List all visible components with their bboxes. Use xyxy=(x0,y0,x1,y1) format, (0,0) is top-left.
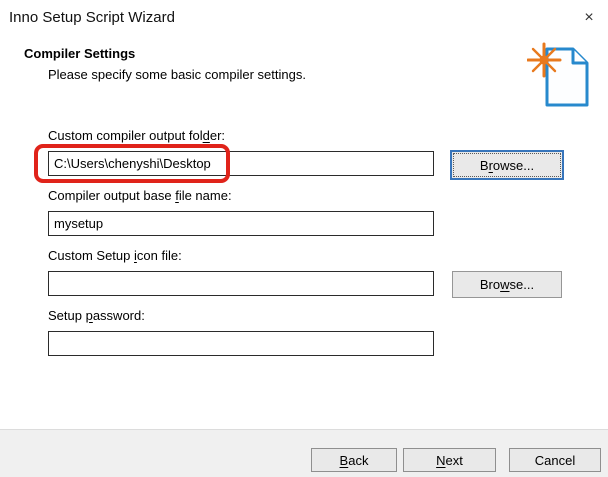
browse-icon-file-button[interactable]: Browse... xyxy=(452,271,562,298)
next-button[interactable]: Next xyxy=(403,448,496,472)
page-subtitle: Please specify some basic compiler setti… xyxy=(48,67,306,82)
output-folder-label: Custom compiler output folder: xyxy=(48,128,225,143)
output-folder-input[interactable] xyxy=(48,151,434,176)
window-title: Inno Setup Script Wizard xyxy=(9,9,175,26)
password-input[interactable] xyxy=(48,331,434,356)
base-file-name-input[interactable] xyxy=(48,211,434,236)
password-label: Setup password: xyxy=(48,308,145,323)
back-button[interactable]: Back xyxy=(311,448,397,472)
icon-file-input[interactable] xyxy=(48,271,434,296)
focus-rect: Browse... xyxy=(453,153,561,177)
close-icon[interactable]: × xyxy=(576,6,602,30)
icon-file-label: Custom Setup icon file: xyxy=(48,248,182,263)
base-file-name-label: Compiler output base file name: xyxy=(48,188,232,203)
page-title: Compiler Settings xyxy=(24,46,135,61)
title-bar: Inno Setup Script Wizard × xyxy=(0,0,608,34)
document-sparkle-icon xyxy=(527,38,591,108)
browse-folder-button[interactable]: Browse... xyxy=(450,150,564,180)
cancel-button[interactable]: Cancel xyxy=(509,448,601,472)
